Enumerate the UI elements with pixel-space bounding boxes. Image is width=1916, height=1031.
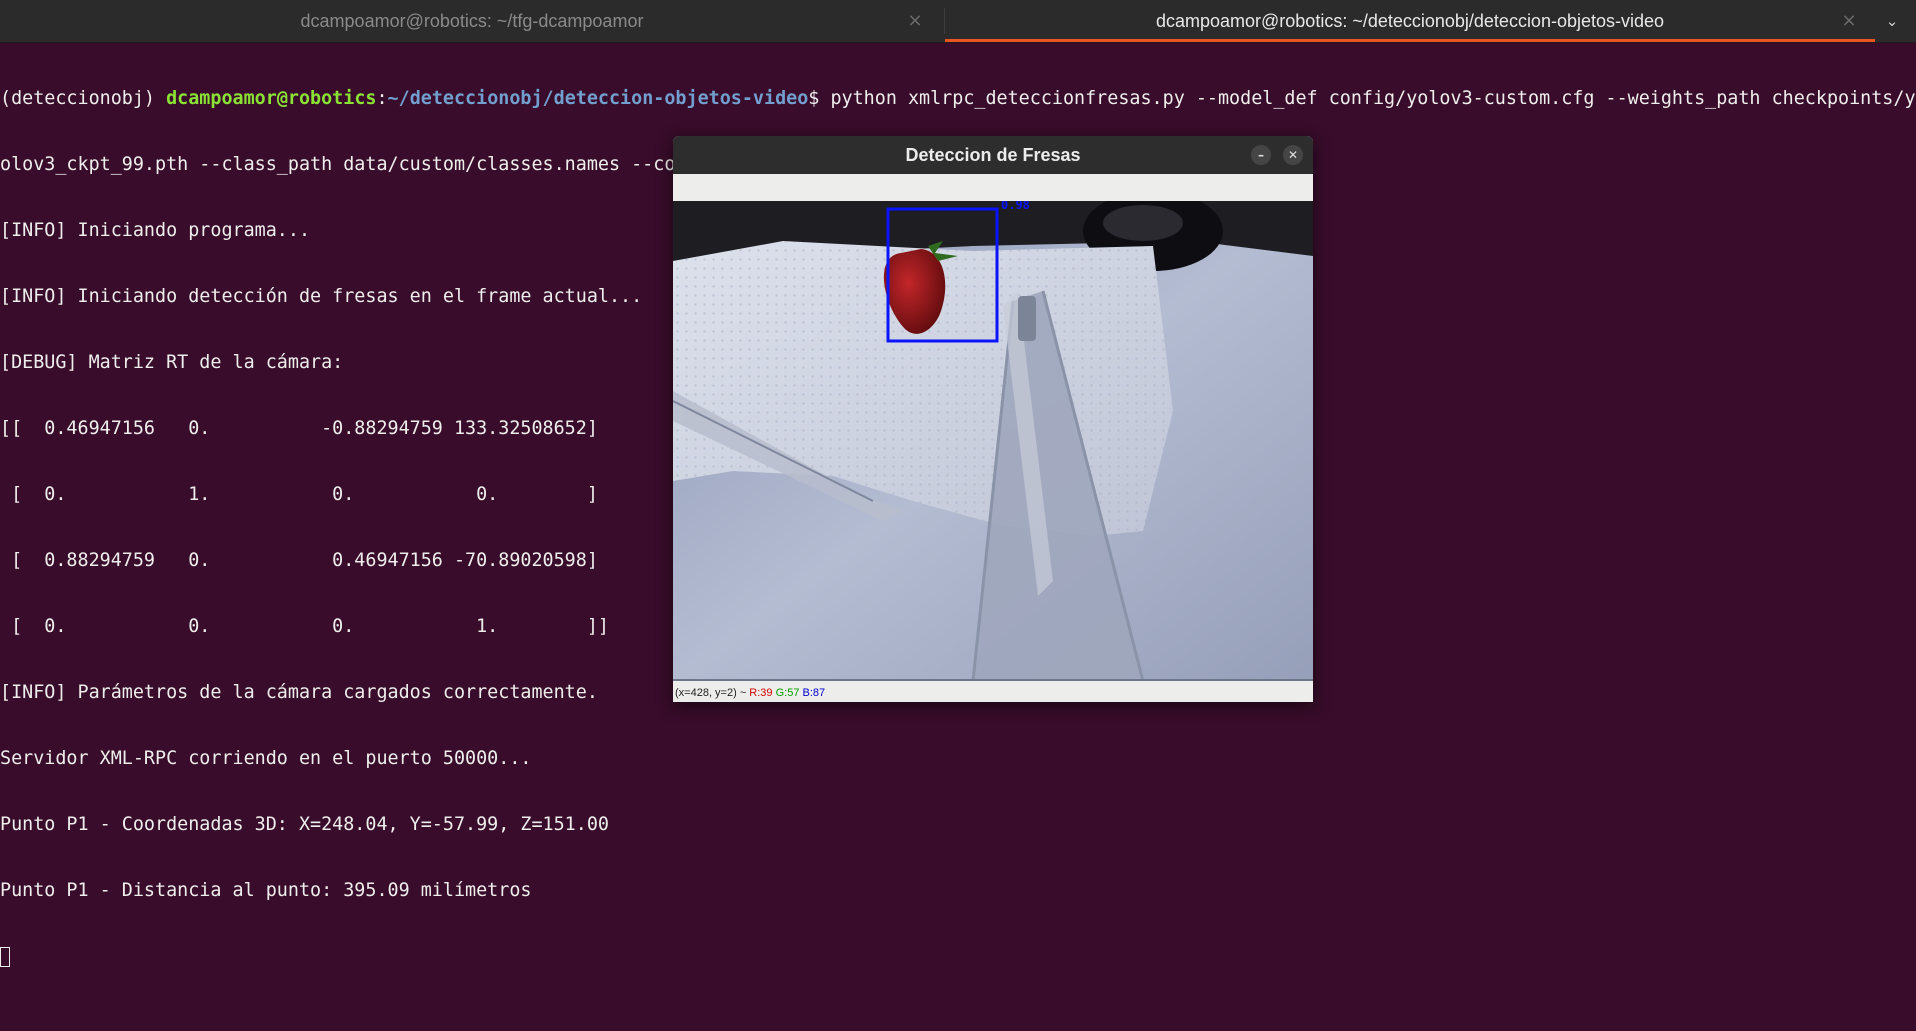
tab-label: dcampoamor@robotics: ~/tfg-dcampoamor <box>300 10 644 31</box>
minimize-icon[interactable]: – <box>1251 145 1271 165</box>
status-green: G:57 <box>775 687 800 699</box>
tab-tfg-dcampoamor[interactable]: dcampoamor@robotics: ~/tfg-dcampoamor <box>0 0 944 42</box>
detection-confidence: 0.98 <box>1001 201 1030 212</box>
window-titlebar[interactable]: Deteccion de Fresas – ✕ <box>673 136 1313 174</box>
detection-window[interactable]: Deteccion de Fresas – ✕ 0.98 (x=428, y=2… <box>673 136 1313 702</box>
cursor-line <box>0 946 1916 968</box>
window-title: Deteccion de Fresas <box>905 144 1081 165</box>
terminal-cursor <box>0 947 10 967</box>
status-coords: (x=428, y=2) ~ <box>675 687 750 699</box>
close-icon[interactable]: ✕ <box>1283 145 1303 165</box>
camera-image: 0.98 <box>673 201 1313 681</box>
pixel-status-bar: (x=428, y=2) ~ R:39 G:57 B:87 <box>673 681 1313 702</box>
close-icon[interactable]: × <box>1838 10 1860 32</box>
tab-deteccion-objetos-video[interactable]: dcampoamor@robotics: ~/deteccionobj/dete… <box>945 0 1875 42</box>
prompt-path: ~/deteccionobj/deteccion-objetos-video <box>387 88 809 109</box>
active-tab-indicator <box>945 39 1875 42</box>
terminal-tab-bar: dcampoamor@robotics: ~/tfg-dcampoamor × … <box>0 0 1916 43</box>
status-blue: B:87 <box>802 687 826 699</box>
close-icon[interactable]: × <box>904 10 926 32</box>
conda-env: (deteccionobj) <box>0 88 167 109</box>
output-line: Punto P1 - Coordenadas 3D: X=248.04, Y=-… <box>0 814 609 835</box>
tab-label: dcampoamor@robotics: ~/deteccionobj/dete… <box>1155 10 1665 31</box>
chevron-down-icon[interactable]: ⌄ <box>1880 9 1904 33</box>
command-text: python xmlrpc_deteccionfresas.py --model… <box>830 88 1916 109</box>
prompt-char: $ <box>808 88 831 109</box>
prompt-user-host: dcampoamor@robotics <box>166 88 377 109</box>
status-red: R:39 <box>749 687 773 699</box>
window-toolbar <box>673 174 1313 201</box>
prompt-line: (deteccionobj) dcampoamor@robotics:~/det… <box>0 88 1916 110</box>
prompt-colon: : <box>376 88 388 109</box>
output-line: Punto P1 - Distancia al punto: 395.09 mi… <box>0 880 532 901</box>
camera-frame[interactable]: 0.98 <box>673 201 1313 681</box>
output-line: Servidor XML-RPC corriendo en el puerto … <box>0 748 532 769</box>
